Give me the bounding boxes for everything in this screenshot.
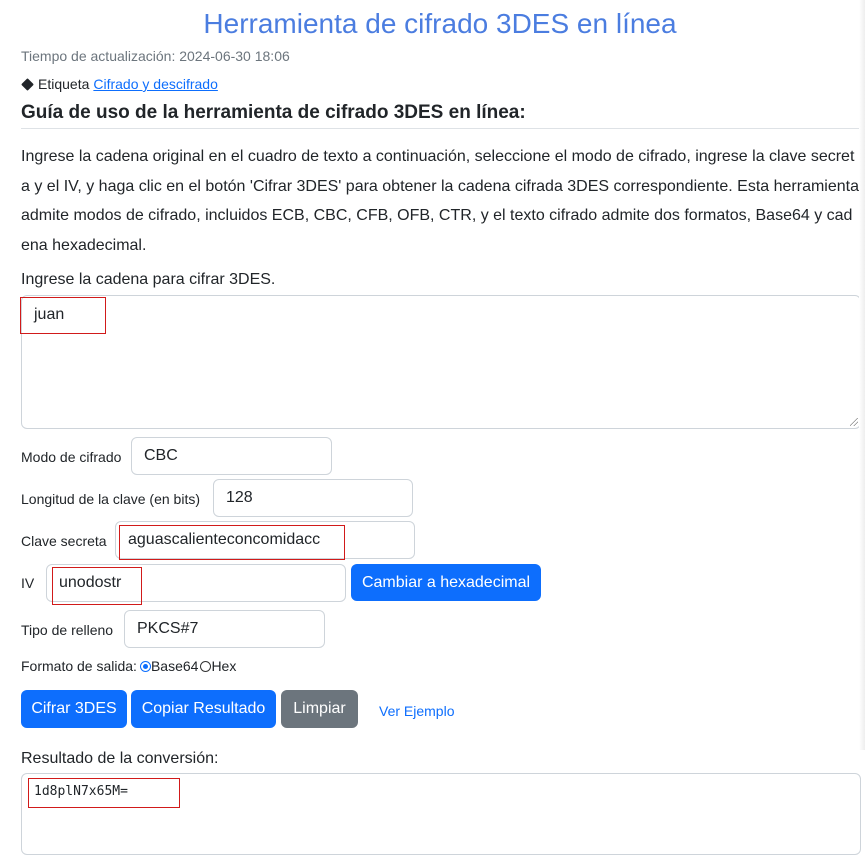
- mode-label: Modo de cifrado: [21, 449, 122, 465]
- divider: [21, 128, 861, 129]
- copy-result-button[interactable]: Copiar Resultado: [131, 690, 276, 728]
- tag-link[interactable]: Cifrado y descifrado: [93, 76, 218, 92]
- highlight-iv: [52, 567, 142, 605]
- encrypt-button[interactable]: Cifrar 3DES: [21, 690, 127, 728]
- padding-value: PKCS#7: [137, 620, 199, 637]
- mode-value: CBC: [144, 447, 178, 464]
- plaintext-input[interactable]: juan: [21, 295, 861, 429]
- clear-button[interactable]: Limpiar: [281, 690, 358, 728]
- highlight-plaintext: [20, 297, 106, 334]
- tag-icon: [21, 77, 34, 91]
- tag-line: Etiqueta Cifrado y descifrado: [21, 76, 218, 92]
- radio-base64-label: Base64: [150, 658, 199, 674]
- highlight-result: [28, 778, 180, 808]
- result-label: Resultado de la conversión:: [21, 750, 219, 767]
- tag-label: Etiqueta: [38, 76, 90, 92]
- padding-label: Tipo de relleno: [21, 622, 114, 638]
- key-length-label: Longitud de la clave (en bits): [21, 491, 200, 507]
- view-example-link[interactable]: Ver Ejemplo: [379, 703, 454, 719]
- padding-select[interactable]: PKCS#7: [124, 610, 325, 648]
- radio-hex-label: Hex: [211, 658, 237, 674]
- radio-hex[interactable]: [200, 660, 212, 672]
- key-length-select[interactable]: 128: [213, 479, 413, 517]
- update-time: Tiempo de actualización: 2024-06-30 18:0…: [21, 48, 290, 64]
- page-title: Herramienta de cifrado 3DES en línea: [203, 8, 677, 39]
- guide-description: Ingrese la cadena original en el cuadro …: [21, 148, 859, 254]
- iv-label: IV: [21, 575, 35, 591]
- key-length-value: 128: [226, 489, 253, 506]
- page-edge-shadow: [859, 0, 865, 750]
- guide-heading: Guía de uso de la herramienta de cifrado…: [21, 102, 526, 123]
- input-label: Ingrese la cadena para cifrar 3DES.: [21, 271, 276, 288]
- secret-key-label: Clave secreta: [21, 533, 107, 549]
- highlight-secret-key: [119, 525, 345, 560]
- output-format-row: Formato de salida: Base64 Hex: [21, 658, 236, 674]
- resize-handle[interactable]: [850, 418, 858, 426]
- radio-base64[interactable]: [139, 660, 151, 672]
- toggle-hex-button[interactable]: Cambiar a hexadecimal: [351, 564, 541, 601]
- output-format-label: Formato de salida:: [21, 658, 137, 674]
- mode-select[interactable]: CBC: [131, 437, 332, 475]
